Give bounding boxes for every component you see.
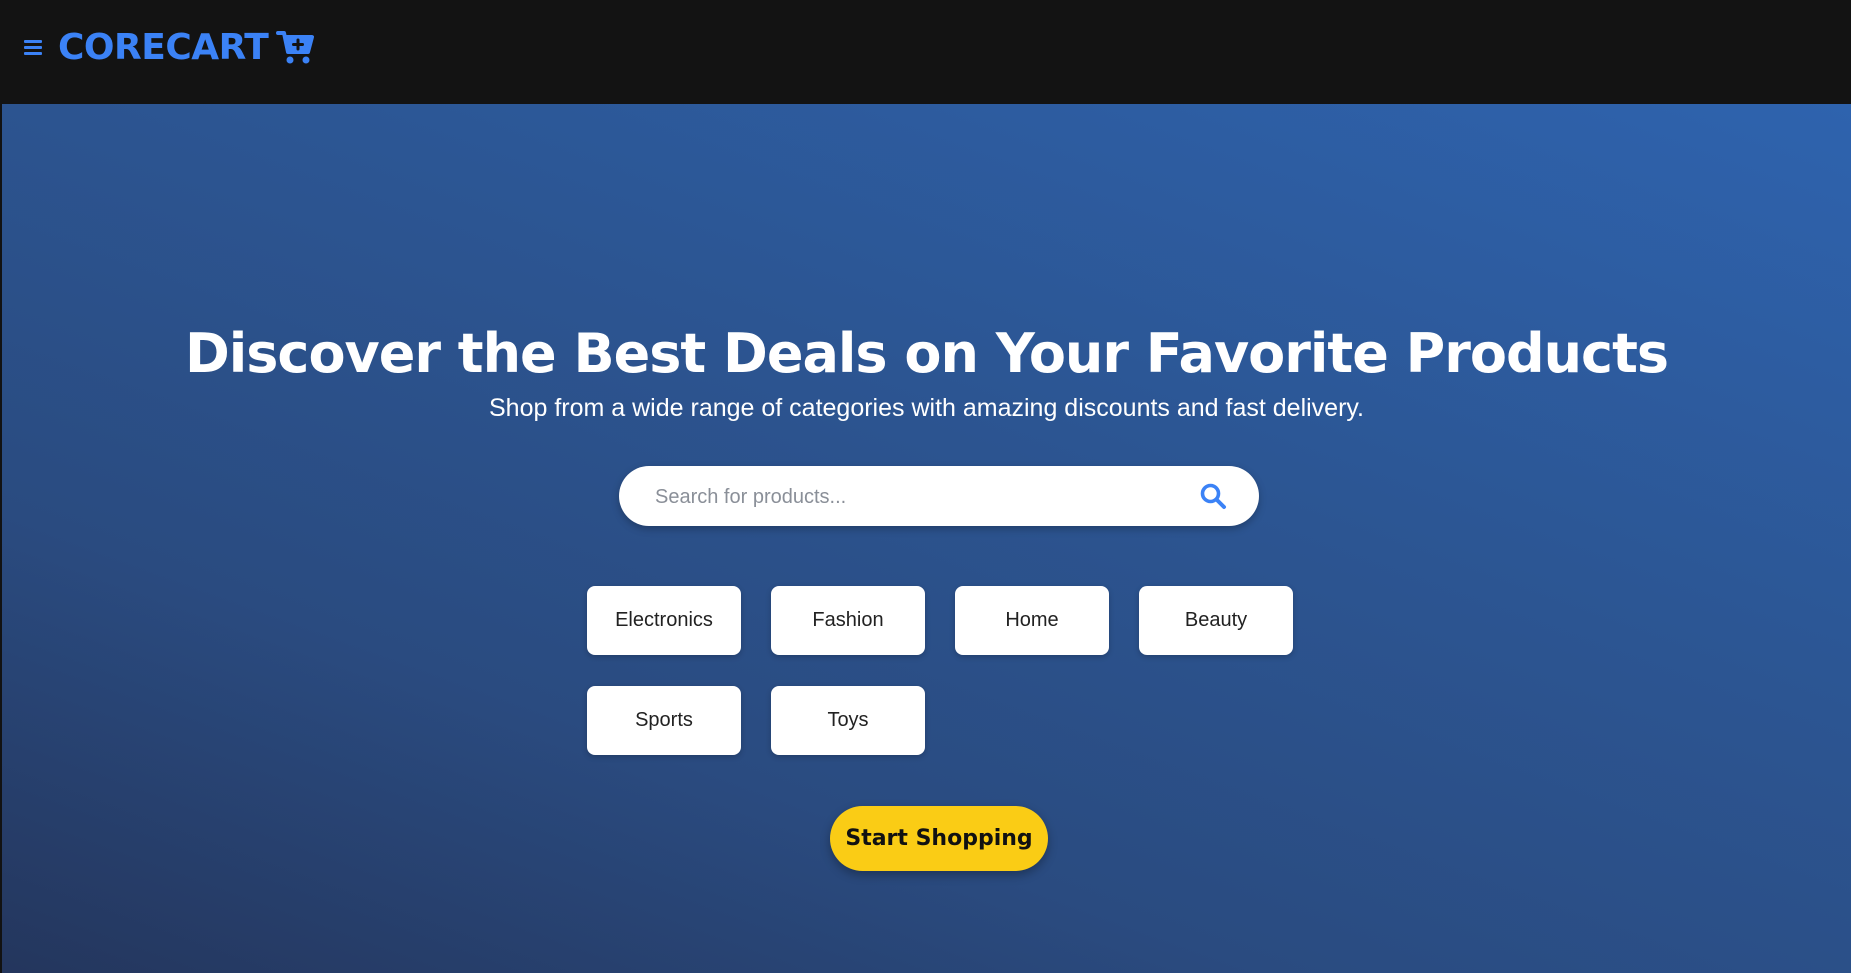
brand-logo-text[interactable]: CORECART bbox=[58, 27, 269, 68]
category-toys-button[interactable]: Toys bbox=[771, 686, 925, 755]
top-navbar: CORECART bbox=[0, 0, 1851, 104]
hero-headline: Discover the Best Deals on Your Favorite… bbox=[184, 322, 1669, 385]
category-home-button[interactable]: Home bbox=[955, 586, 1109, 655]
search-icon[interactable] bbox=[1199, 482, 1227, 510]
brand: CORECART bbox=[24, 22, 316, 72]
shopping-cart-plus-icon[interactable] bbox=[276, 28, 316, 66]
hero-section: Discover the Best Deals on Your Favorite… bbox=[2, 104, 1851, 973]
category-electronics-button[interactable]: Electronics bbox=[587, 586, 741, 655]
hamburger-menu-icon[interactable] bbox=[24, 39, 44, 55]
search-bar bbox=[619, 466, 1259, 528]
category-beauty-button[interactable]: Beauty bbox=[1139, 586, 1293, 655]
category-fashion-button[interactable]: Fashion bbox=[771, 586, 925, 655]
category-sports-button[interactable]: Sports bbox=[587, 686, 741, 755]
hero-subtitle: Shop from a wide range of categories wit… bbox=[489, 394, 1364, 422]
start-shopping-button[interactable]: Start Shopping bbox=[830, 806, 1048, 871]
search-input[interactable] bbox=[653, 466, 1177, 528]
